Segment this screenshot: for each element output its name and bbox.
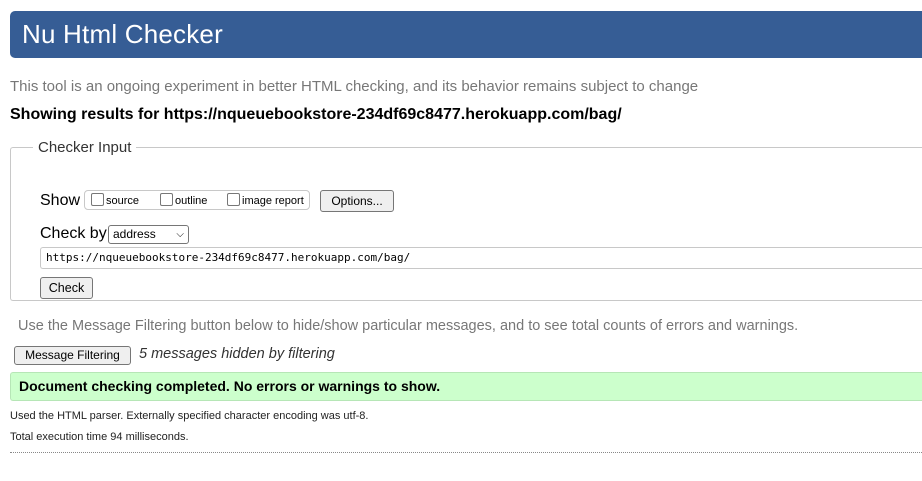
check-by-selected-value: address <box>113 227 156 241</box>
checker-input-fieldset: Checker Input Show source outline image … <box>10 139 922 301</box>
success-message: Document checking completed. No errors o… <box>10 372 922 401</box>
message-filtering-button[interactable]: Message Filtering <box>14 346 131 365</box>
source-checkbox-box[interactable] <box>91 193 104 206</box>
url-input[interactable]: https://nqueuebookstore-234df69c8477.her… <box>40 247 922 269</box>
options-button[interactable]: Options... <box>320 190 394 212</box>
outline-checkbox[interactable]: outline <box>160 193 207 207</box>
tool-description: This tool is an ongoing experiment in be… <box>10 78 699 95</box>
results-heading: Showing results for https://nqueuebookst… <box>10 106 622 123</box>
divider <box>10 452 922 453</box>
image-report-checkbox-box[interactable] <box>227 193 240 206</box>
message-filtering-info: Use the Message Filtering button below t… <box>18 318 799 334</box>
hidden-messages-count: 5 messages hidden by filtering <box>139 346 335 362</box>
execution-time: Total execution time 94 milliseconds. <box>10 431 189 443</box>
outline-checkbox-label: outline <box>175 195 208 207</box>
page-header: Nu Html Checker <box>10 11 922 58</box>
show-options-group: source outline image report <box>84 190 310 210</box>
source-checkbox-label: source <box>106 195 140 207</box>
check-by-label: Check by <box>40 225 107 242</box>
show-label: Show <box>40 192 81 209</box>
check-by-select[interactable]: address ⌵ <box>108 225 189 244</box>
image-report-checkbox[interactable]: image report <box>227 193 304 207</box>
image-report-checkbox-label: image report <box>242 195 304 207</box>
chevron-down-icon: ⌵ <box>176 229 184 240</box>
outline-checkbox-box[interactable] <box>160 193 173 206</box>
source-checkbox[interactable]: source <box>91 193 139 207</box>
page-title: Nu Html Checker <box>22 19 223 49</box>
check-button[interactable]: Check <box>40 277 93 299</box>
checker-input-legend: Checker Input <box>38 139 132 156</box>
parser-info: Used the HTML parser. Externally specifi… <box>10 410 369 422</box>
